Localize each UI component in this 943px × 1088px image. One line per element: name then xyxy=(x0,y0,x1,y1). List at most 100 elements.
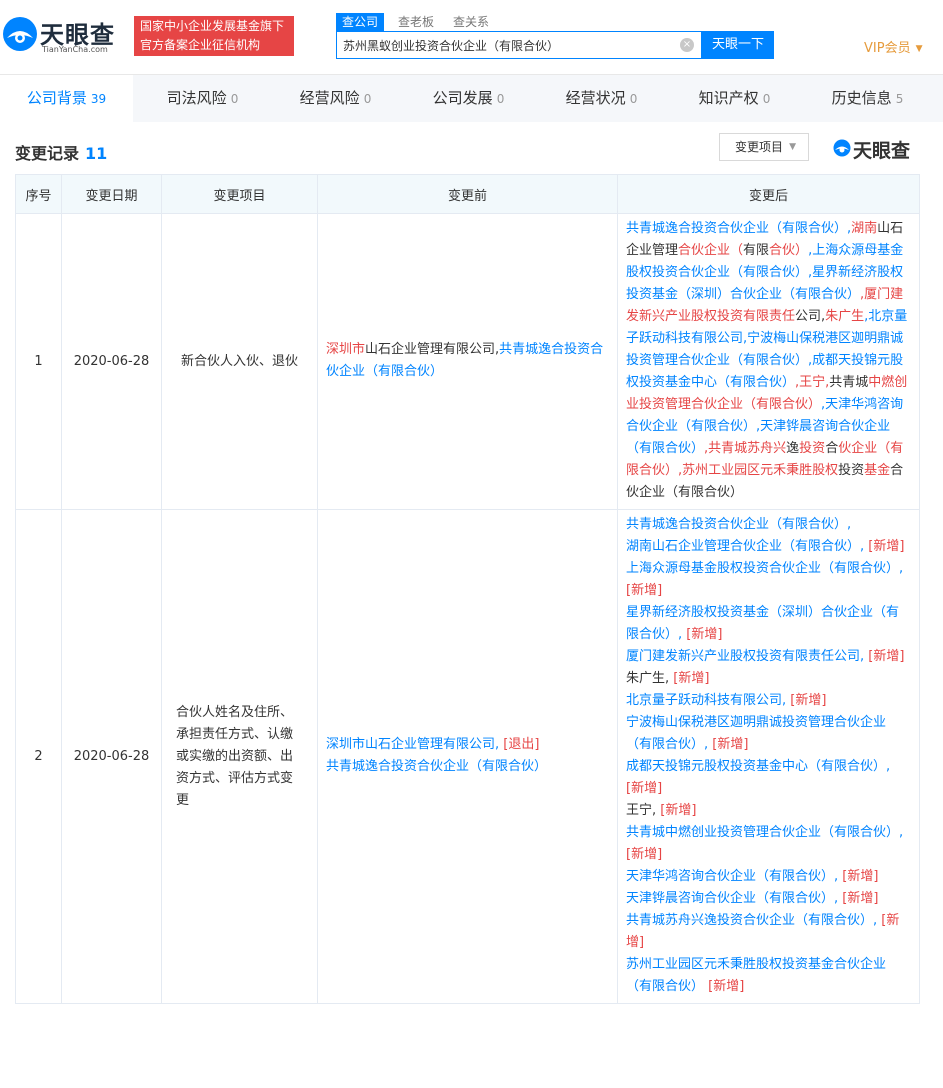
col-header-before: 变更前 xyxy=(317,174,618,214)
change-segment-highlight: 湖南 xyxy=(851,221,878,236)
change-segment-highlight: [新增] xyxy=(626,781,663,796)
change-segment[interactable]: 共青城中燃创业投资管理合伙企业（有限合伙）, xyxy=(626,825,903,840)
col-header-index: 序号 xyxy=(15,174,62,214)
nav-tab-operating-status[interactable]: 经营状况 0 xyxy=(535,75,668,122)
table-row: 2 2020-06-28 合伙人姓名及住所、承担责任方式、认缴或实缴的出资额、出… xyxy=(15,509,920,1004)
logo-eye-icon xyxy=(3,17,37,51)
badge-line-2: 官方备案企业征信机构 xyxy=(140,38,261,52)
change-segment[interactable]: 上海众源母基金股权投资合伙企业（有限合伙）, xyxy=(626,561,903,576)
col-header-after: 变更后 xyxy=(617,174,920,214)
change-segment-highlight: [新增] xyxy=(868,649,905,664)
nav-tab-company-background[interactable]: 公司背景 39 xyxy=(0,75,133,122)
search-tab-company[interactable]: 查公司 xyxy=(336,13,385,31)
change-segment: 山石企业管理有限公司, xyxy=(365,342,500,357)
change-segment-highlight: [新增] xyxy=(842,869,879,884)
search-button[interactable]: 天眼一下 xyxy=(702,31,774,59)
change-segment: 朱广生, xyxy=(626,671,674,686)
change-segment[interactable]: 厦门建发新兴产业股权投资有限责任公司, xyxy=(626,649,868,664)
clear-icon[interactable]: × xyxy=(680,38,694,52)
change-segment-highlight: [新增] xyxy=(712,737,749,752)
change-segment: 王宁, xyxy=(626,803,661,818)
cell-after: 共青城逸合投资合伙企业（有限合伙）,湖南山石企业管理合伙企业（有限合伙）,上海众… xyxy=(617,213,920,510)
change-segment[interactable]: 共青城逸合投资合伙企业（有限合伙） xyxy=(326,759,547,774)
change-segment[interactable]: 湖南山石企业管理合伙企业（有限合伙）, xyxy=(626,539,868,554)
change-segment-highlight: 基金 xyxy=(864,463,891,478)
nav-tab-label: 公司背景 xyxy=(26,89,87,107)
change-segment-highlight: [新增] xyxy=(660,803,697,818)
filter-label: 变更项目 xyxy=(735,140,784,154)
nav-tab-intellectual-property[interactable]: 知识产权 0 xyxy=(668,75,801,122)
vip-menu[interactable]: VIP会员 ▼ xyxy=(864,37,923,56)
watermark-eye-icon xyxy=(833,139,851,157)
change-records-table: 序号 变更日期 变更项目 变更前 变更后 1 2020-06-28 新合伙人入伙… xyxy=(15,174,920,1004)
nav-tab-label: 司法风险 xyxy=(166,89,227,107)
change-segment-highlight: 投资 xyxy=(799,441,826,456)
change-segment: 逸 xyxy=(786,441,800,456)
change-segment[interactable]: 共青城逸合投资合伙企业（有限合伙）, xyxy=(626,517,851,532)
change-segment: 有限 xyxy=(743,243,770,258)
table-row: 1 2020-06-28 新合伙人入伙、退伙 深圳市山石企业管理有限公司,共青城… xyxy=(15,213,920,510)
nav-tab-label: 公司发展 xyxy=(432,89,493,107)
nav-tab-label: 经营风险 xyxy=(299,89,360,107)
change-segment-highlight: [新增] xyxy=(626,847,663,862)
watermark-text: 天眼查 xyxy=(853,140,911,162)
change-segment-highlight: 深圳市 xyxy=(326,342,366,357)
cell-item: 新合伙人入伙、退伙 xyxy=(161,213,318,510)
change-segment[interactable]: 天津铧晨咨询合伙企业（有限合伙）, xyxy=(626,891,842,906)
change-segment-highlight: [新增] xyxy=(626,583,663,598)
cell-index: 2 xyxy=(15,509,62,1004)
cell-before: 深圳市山石企业管理有限公司,共青城逸合投资合伙企业（有限合伙） xyxy=(317,213,618,510)
record-count: 11 xyxy=(85,144,108,163)
change-segment-highlight: [新增] xyxy=(673,671,710,686)
cell-date: 2020-06-28 xyxy=(61,509,162,1004)
change-segment-highlight: [新增] xyxy=(708,979,745,994)
search-input[interactable] xyxy=(343,36,673,54)
caret-down-icon: ▼ xyxy=(915,44,923,54)
change-segment[interactable]: 共青城苏舟兴逸投资合伙企业（有限合伙）, xyxy=(626,913,881,928)
logo-url: TianYanCha.com xyxy=(42,45,108,54)
change-segment[interactable]: 成都天投锦元股权投资基金中心（有限合伙）, xyxy=(626,759,890,774)
nav-tab-count: 0 xyxy=(629,92,638,106)
change-segment[interactable]: 天津华鸿咨询合伙企业（有限合伙）, xyxy=(626,869,842,884)
nav-tab-count: 0 xyxy=(496,92,505,106)
change-segment-highlight: [退出] xyxy=(503,737,540,752)
search-tab-relation[interactable]: 查关系 xyxy=(453,13,489,31)
nav-tab-count: 0 xyxy=(363,92,372,106)
nav-tab-label: 历史信息 xyxy=(831,89,892,107)
change-segment[interactable]: 苏州工业园区元禾秉胜股权投资基金合伙企业（有限合伙） xyxy=(626,957,886,994)
logo[interactable]: 天眼查 TianYanCha.com xyxy=(0,14,128,58)
cell-before: 深圳市山石企业管理有限公司, [退出] 共青城逸合投资合伙企业（有限合伙） xyxy=(317,509,618,1004)
official-badge: 国家中小企业发展基金旗下 官方备案企业征信机构 xyxy=(134,16,294,56)
nav-tab-count: 0 xyxy=(762,92,771,106)
change-segment-highlight: [新增] xyxy=(868,539,905,554)
nav-tab-history[interactable]: 历史信息 5 xyxy=(801,75,934,122)
change-segment-highlight: ,共青城苏舟兴 xyxy=(704,441,787,456)
nav-tab-count: 0 xyxy=(230,92,239,106)
vip-label: VIP会员 xyxy=(864,41,911,56)
search-box: × xyxy=(336,31,702,59)
col-header-date: 变更日期 xyxy=(61,174,162,214)
change-segment[interactable]: 宁波梅山保税港区迦明鼎诚投资管理合伙企业（有限合伙）, xyxy=(626,715,886,752)
change-segment-highlight: [新增] xyxy=(790,693,827,708)
change-segment[interactable]: 北京量子跃动科技有限公司, xyxy=(626,693,790,708)
col-header-item: 变更项目 xyxy=(161,174,318,214)
badge-line-1: 国家中小企业发展基金旗下 xyxy=(140,19,285,33)
change-segment-highlight: 朱广生 xyxy=(825,309,865,324)
change-segment-highlight: ,王宁, xyxy=(795,375,830,390)
change-segment[interactable]: 星界新经济股权投资基金（深圳）合伙企业（有限合伙）, xyxy=(626,605,899,642)
change-segment-highlight: 合伙） xyxy=(769,243,809,258)
change-segment-highlight: 合伙企业（ xyxy=(678,243,744,258)
change-segment[interactable]: 深圳市山石企业管理有限公司, xyxy=(326,737,503,752)
change-segment: 合 xyxy=(825,441,839,456)
cell-after: 共青城逸合投资合伙企业（有限合伙）, 湖南山石企业管理合伙企业（有限合伙）, [新… xyxy=(617,509,920,1004)
nav-tab-operating-risk[interactable]: 经营风险 0 xyxy=(269,75,402,122)
caret-down-icon: ▼ xyxy=(789,142,796,152)
change-segment: 投资 xyxy=(838,463,865,478)
nav-tab-count: 39 xyxy=(90,92,107,106)
nav-tab-company-development[interactable]: 公司发展 0 xyxy=(402,75,535,122)
change-segment[interactable]: 共青城逸合投资合伙企业（有限合伙）, xyxy=(626,221,851,236)
nav-tab-judicial-risk[interactable]: 司法风险 0 xyxy=(136,75,269,122)
change-item-filter[interactable]: 变更项目 ▼ xyxy=(719,133,809,161)
search-tab-boss[interactable]: 查老板 xyxy=(398,13,434,31)
cell-date: 2020-06-28 xyxy=(61,213,162,510)
